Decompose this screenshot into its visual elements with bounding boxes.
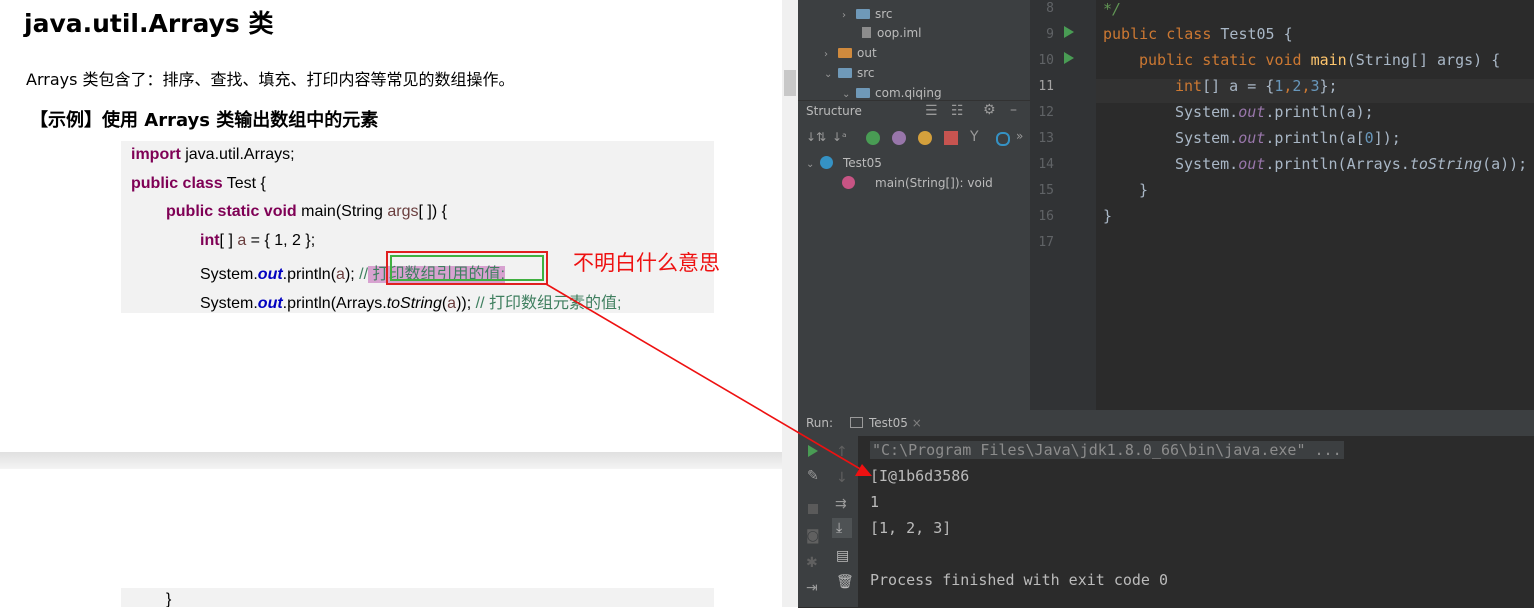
annotation-arrow xyxy=(545,283,872,476)
